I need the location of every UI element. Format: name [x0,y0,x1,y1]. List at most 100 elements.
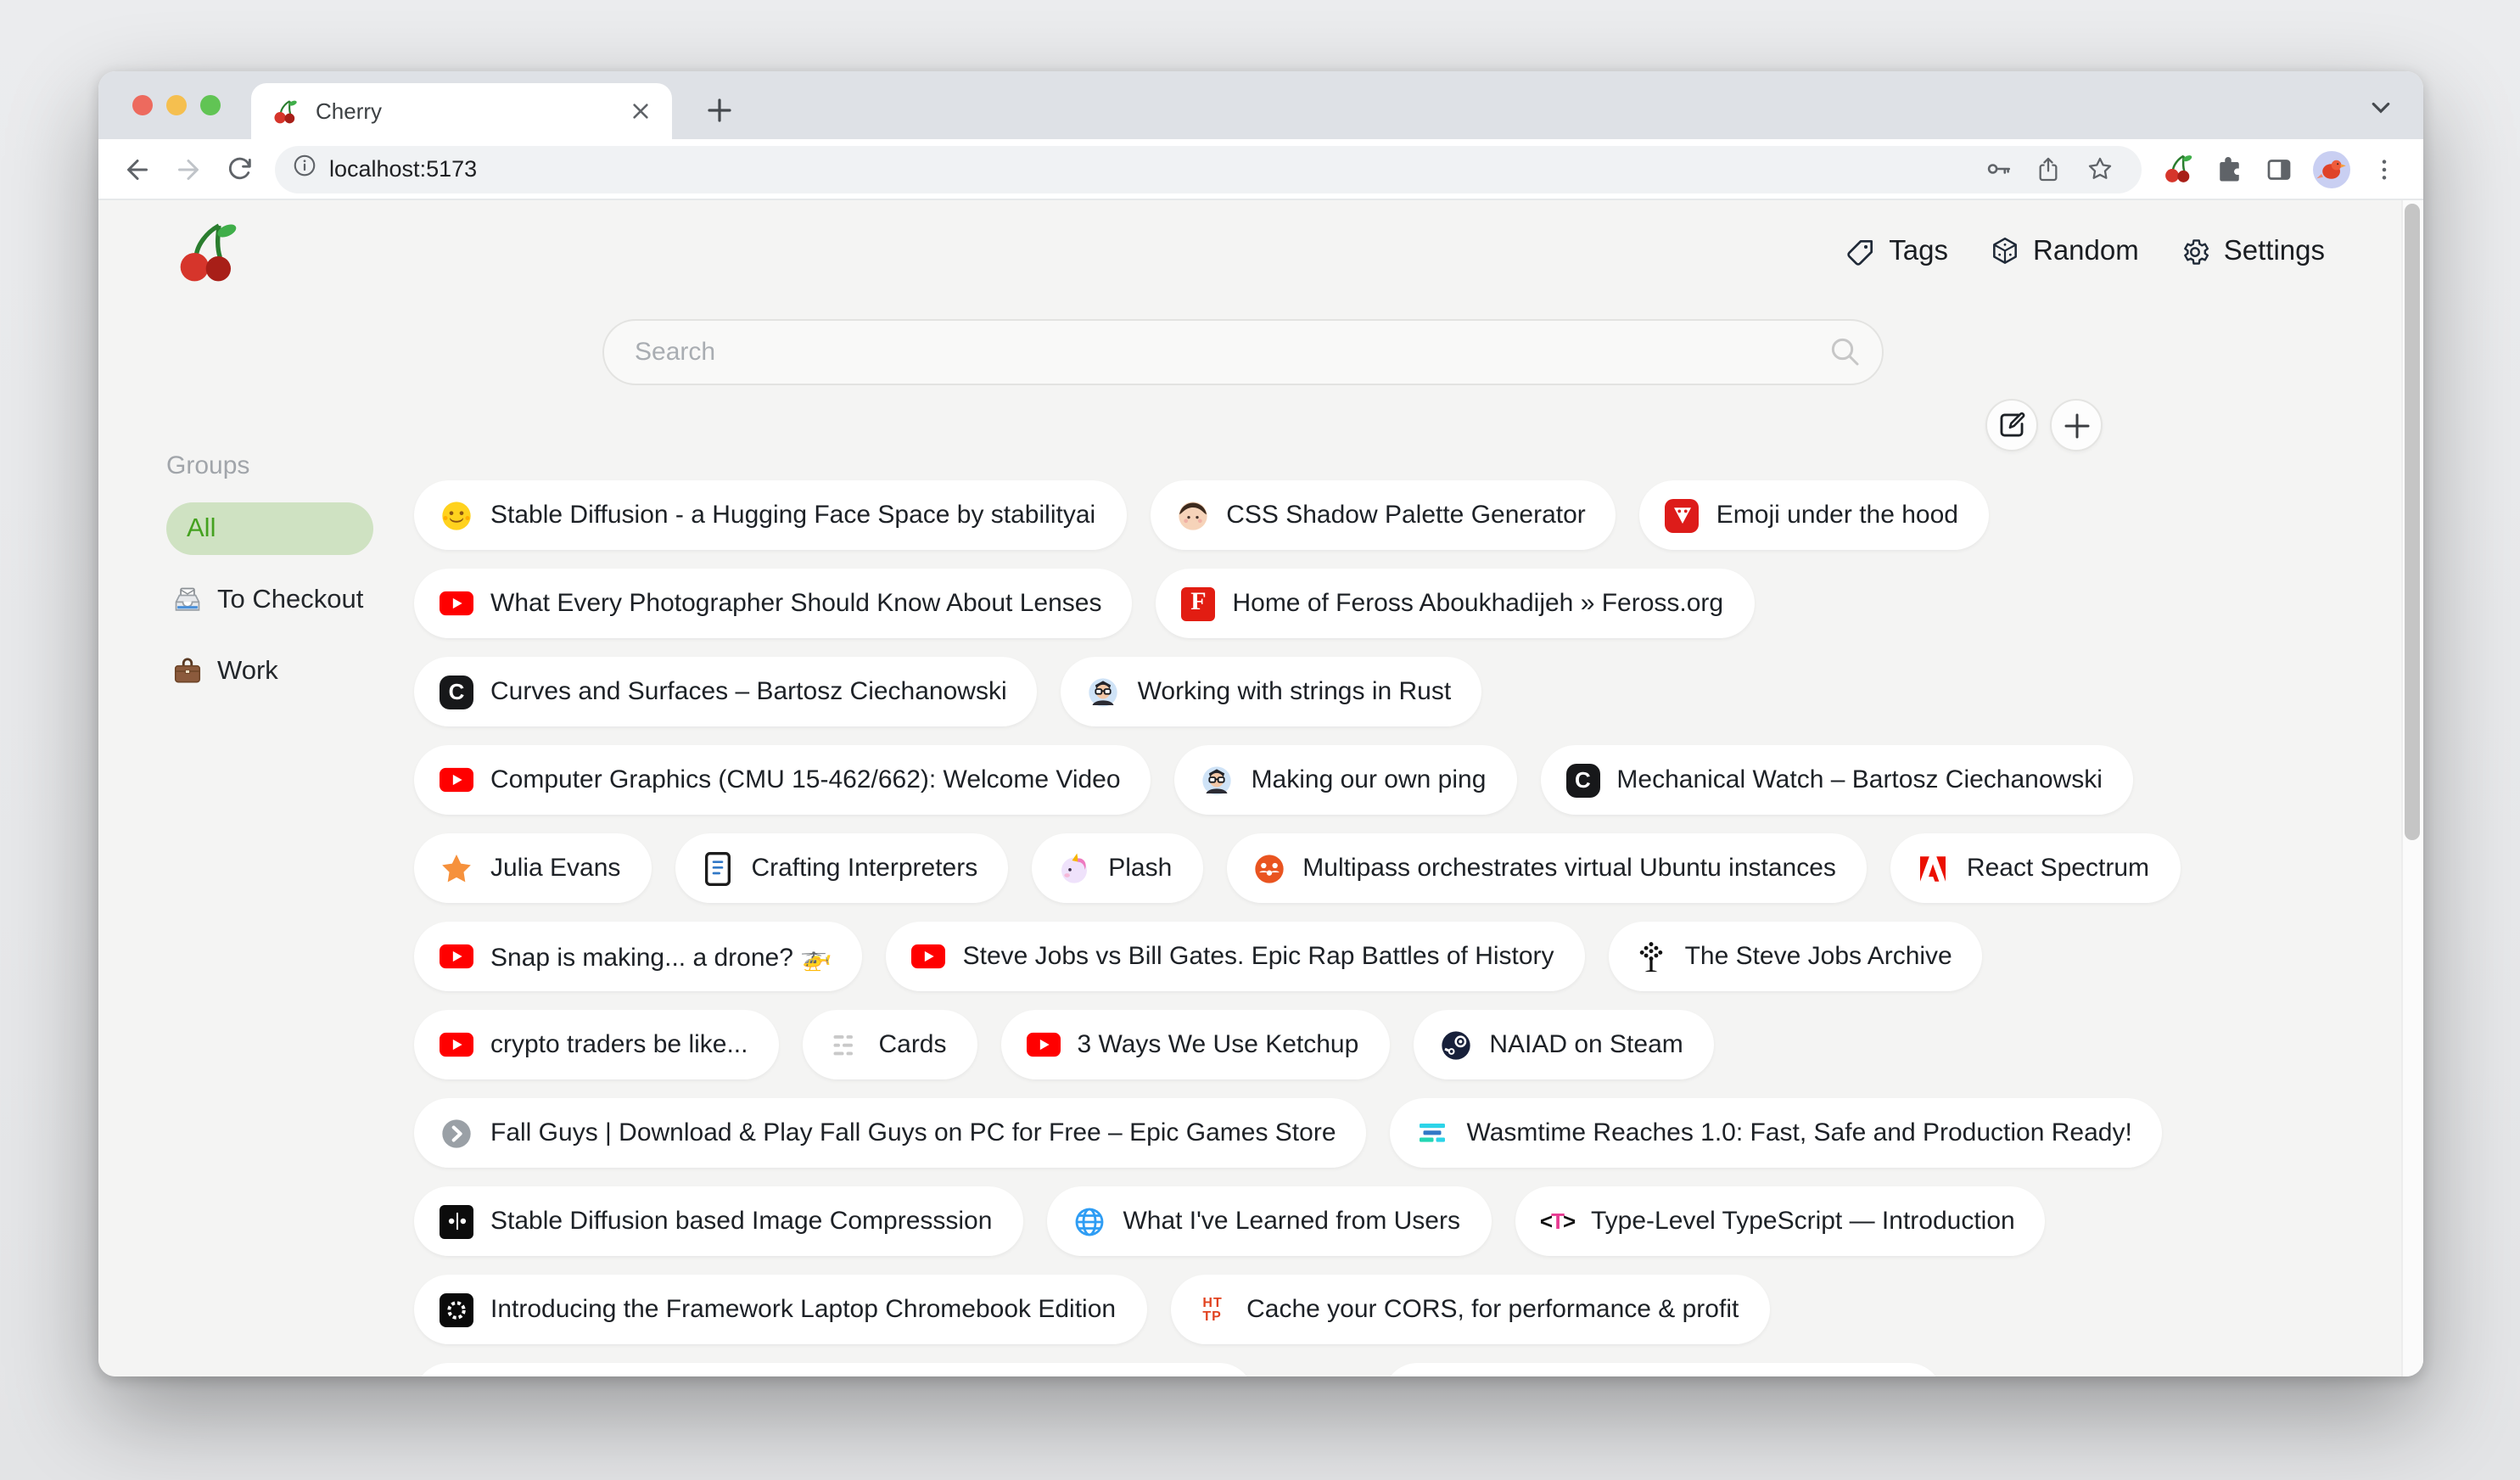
bookmark-label: Wasmtime Reaches 1.0: Fast, Safe and Pro… [1467,1118,2132,1147]
bookmark-pill[interactable]: Computer Graphics (CMU 15-462/662): Welc… [414,745,1151,815]
bookmark-star-icon[interactable] [2074,143,2125,194]
group-to-checkout[interactable]: To Checkout [166,574,404,626]
groups-title: Groups [166,451,404,480]
bookmark-pill[interactable]: The Steve Jobs Archive [1609,922,1983,991]
bookmark-label: Plash [1108,854,1172,883]
bookmark-label: Type-Level TypeScript — Introduction [1591,1207,2015,1236]
new-tab-button[interactable] [696,87,743,134]
bookmark-row-partial [414,1363,2230,1376]
bookmark-pill[interactable]: Plash [1032,833,1202,903]
random-button[interactable]: Random [1989,236,2139,268]
bookmark-pill[interactable]: crypto traders be like... [414,1010,778,1079]
bookmark-pill[interactable]: Working with strings in Rust [1061,657,1482,726]
book-icon [700,851,734,885]
bookmark-pill[interactable]: Making our own ping [1175,745,1517,815]
tab-title: Cherry [316,98,624,124]
bookmark-pill[interactable]: <T>Type-Level TypeScript — Introduction [1515,1186,2046,1256]
bookmark-label: Emoji under the hood [1716,501,1958,530]
inbox-icon [170,583,204,617]
bookmark-label: Crafting Interpreters [751,854,977,883]
bookmark-label: What Every Photographer Should Know Abou… [490,589,1101,618]
bookmark-pill[interactable]: NAIAD on Steam [1413,1010,1713,1079]
tab-search-chevron-icon[interactable] [2362,88,2400,126]
group-work-label: Work [217,656,278,687]
bookmark-label: 3 Ways We Use Ketchup [1078,1030,1359,1059]
share-icon[interactable] [2023,143,2074,194]
bookmark-label: Introducing the Framework Laptop Chromeb… [490,1295,1116,1324]
black-dots-icon [440,1204,473,1238]
bookmark-pill[interactable]: Wasmtime Reaches 1.0: Fast, Safe and Pro… [1391,1098,2163,1168]
forward-button[interactable] [163,143,214,194]
group-all[interactable]: All [166,502,373,555]
page-scrollbar-thumb[interactable] [2405,204,2420,840]
back-button[interactable] [112,143,163,194]
bookmark-pill[interactable] [414,1363,1254,1376]
youtube-icon [1027,1028,1061,1062]
bookmark-pill[interactable]: Stable Diffusion - a Hugging Face Space … [414,480,1126,550]
cherry-favicon-icon [268,94,302,128]
adobe-icon [1916,851,1950,885]
add-bookmark-button[interactable] [2050,399,2103,451]
wasmtime-icon [1416,1116,1450,1150]
profile-avatar[interactable] [2311,149,2352,189]
group-work[interactable]: Work [166,645,404,698]
top-nav: Tags Random Settings [1845,236,2325,268]
side-panel-icon[interactable] [2254,143,2304,194]
browser-menu-icon[interactable] [2359,143,2410,194]
bookmark-pill[interactable]: HTTPCache your CORS, for performance & p… [1170,1275,1769,1344]
edit-button[interactable] [1985,399,2038,451]
bookmark-pill[interactable] [1383,1363,1943,1376]
search-icon [1828,334,1862,377]
random-label: Random [2033,236,2139,268]
youtube-icon [440,939,473,973]
bookmark-label: Stable Diffusion - a Hugging Face Space … [490,501,1095,530]
bookmark-pill[interactable]: Crafting Interpreters [675,833,1008,903]
bookmark-pill[interactable]: CSS Shadow Palette Generator [1150,480,1616,550]
star-orange-icon [440,851,473,885]
site-info-icon[interactable] [292,152,317,186]
bookmark-pill[interactable]: CCurves and Surfaces – Bartosz Ciechanow… [414,657,1038,726]
bookmark-row: Fall Guys | Download & Play Fall Guys on… [414,1098,2230,1168]
huggingface-icon [440,498,473,532]
httptoolkit-icon: HTTP [1196,1292,1229,1326]
bookmark-pill[interactable]: What I've Learned from Users [1046,1186,1491,1256]
reload-button[interactable] [214,143,265,194]
zoom-window-button[interactable] [200,95,221,115]
bookmark-pill[interactable]: Fall Guys | Download & Play Fall Guys on… [414,1098,1367,1168]
password-key-icon[interactable] [1972,143,2023,194]
bookmark-pill[interactable]: React Spectrum [1890,833,2180,903]
tab-close-icon[interactable] [624,96,655,126]
bookmark-pill[interactable]: Emoji under the hood [1640,480,1989,550]
address-bar[interactable]: localhost:5173 [275,145,2142,193]
epic-icon [440,1116,473,1150]
bookmark-pill[interactable]: Julia Evans [414,833,651,903]
bookmark-pill[interactable]: What Every Photographer Should Know Abou… [414,569,1132,638]
tab-cherry[interactable]: Cherry [251,83,672,139]
search-input[interactable] [602,319,1884,385]
url-text[interactable]: localhost:5173 [329,156,1972,182]
extensions-puzzle-icon[interactable] [2203,143,2254,194]
tags-button[interactable]: Tags [1845,236,1948,268]
bookmark-pill[interactable]: 3 Ways We Use Ketchup [1001,1010,1390,1079]
steam-icon [1438,1028,1472,1062]
bookmark-pill[interactable]: CMechanical Watch – Bartosz Ciechanowski [1540,745,2132,815]
settings-button[interactable]: Settings [2180,236,2325,268]
cherry-extension-icon[interactable] [2152,143,2203,194]
bookmark-label: Snap is making... a drone? 🚁 [490,941,832,972]
minimize-window-button[interactable] [166,95,187,115]
close-window-button[interactable] [132,95,153,115]
bookmark-pill[interactable]: Snap is making... a drone? 🚁 [414,922,863,991]
bookmark-row: Stable Diffusion - a Hugging Face Space … [414,480,2230,550]
desktop: Cherry [0,0,2520,1480]
bookmark-pill[interactable]: Introducing the Framework Laptop Chromeb… [414,1275,1146,1344]
bookmark-row: Julia Evans Crafting Interpreters Plash Mul… [414,833,2230,903]
bookmark-pill[interactable]: Cards [802,1010,977,1079]
page-scrollbar-track[interactable] [2401,200,2423,1376]
group-all-label: All [187,513,216,544]
search-wrap [602,319,1884,385]
bookmark-pill[interactable]: Steve Jobs vs Bill Gates. Epic Rap Battl… [887,922,1585,991]
bookmark-pill[interactable]: Stable Diffusion based Image Compresssio… [414,1186,1022,1256]
youtube-icon [440,763,473,797]
bookmark-pill[interactable]: Multipass orchestrates virtual Ubuntu in… [1226,833,1867,903]
bookmark-pill[interactable]: FHome of Feross Aboukhadijeh » Feross.or… [1156,569,1754,638]
